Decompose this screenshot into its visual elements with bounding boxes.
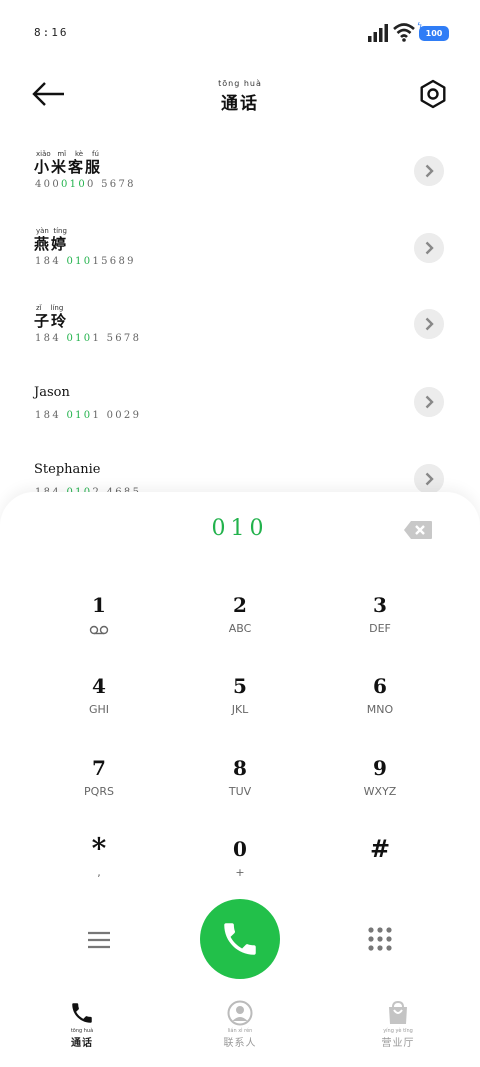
contact-number: 4000100 5678 — [35, 179, 136, 190]
phone-icon — [224, 923, 256, 955]
key-0[interactable]: 0 + — [190, 834, 290, 904]
key-7[interactable]: 7 PQRS — [49, 753, 149, 823]
tab-service-hall[interactable]: yíng yè tīng 营业厅 — [358, 1000, 438, 1060]
key-9[interactable]: 9 WXYZ — [330, 753, 430, 823]
list-item[interactable]: xiǎo mǐ kè fú 小米客服 4000100 5678 — [0, 150, 480, 220]
status-time: 8:16 — [34, 26, 69, 39]
list-item[interactable]: Jason 184 0101 0029 — [0, 381, 480, 451]
key-2[interactable]: 2 ABC — [190, 590, 290, 660]
key-star[interactable]: *, — [49, 834, 149, 904]
contact-name: 子玲 — [34, 312, 69, 330]
battery-indicator: 100 — [419, 26, 449, 41]
key-8[interactable]: 8 TUV — [190, 753, 290, 823]
list-item[interactable]: zǐ líng 子玲 184 0101 5678 — [0, 304, 480, 374]
chevron-right-icon[interactable] — [414, 387, 444, 417]
wifi-icon — [393, 23, 415, 42]
list-item[interactable]: yàn tíng 燕婷 184 01015689 — [0, 227, 480, 297]
contact-name: Stephanie — [34, 462, 101, 477]
title-text: 通话 — [221, 94, 259, 114]
shopping-bag-icon — [389, 1000, 407, 1024]
contact-number: 184 01015689 — [35, 256, 136, 267]
contact-name: Jason — [34, 385, 70, 400]
title-pinyin: tōng huà — [218, 79, 262, 88]
tab-label: 通话 — [71, 1038, 93, 1049]
key-1[interactable]: 1 — [49, 590, 149, 660]
key-hash[interactable]: # — [330, 834, 430, 904]
menu-icon[interactable] — [86, 928, 112, 952]
chevron-right-icon[interactable] — [414, 233, 444, 263]
contact-number: 184 0101 0029 — [35, 410, 142, 421]
settings-icon[interactable] — [418, 79, 448, 109]
key-6[interactable]: 6 MNO — [330, 671, 430, 741]
key-3[interactable]: 3 DEF — [330, 590, 430, 660]
tab-contacts[interactable]: lián xì rén 联系人 — [200, 1000, 280, 1060]
voicemail-icon — [89, 625, 109, 635]
status-bar: 8:16 ϟ 100 — [0, 0, 480, 66]
tab-label: 营业厅 — [381, 1038, 415, 1049]
dialer-panel: 010 1 2 ABC 3 DEF 4 GHI 5 JKL 6 MNO 7 PQRS 8 TU… — [0, 492, 480, 1067]
key-4[interactable]: 4 GHI — [49, 671, 149, 741]
chevron-right-icon[interactable] — [414, 309, 444, 339]
key-5[interactable]: 5 JKL — [190, 671, 290, 741]
chevron-right-icon[interactable] — [414, 464, 444, 494]
call-button[interactable] — [200, 899, 280, 979]
arrow-left-icon[interactable] — [32, 80, 66, 108]
chevron-right-icon[interactable] — [414, 156, 444, 186]
contact-name: 燕婷 — [34, 235, 69, 253]
dialpad-grid-icon[interactable] — [367, 926, 393, 952]
contact-number: 184 0101 5678 — [35, 333, 142, 344]
contact-name: 小米客服 — [34, 158, 103, 176]
tab-label: 联系人 — [223, 1038, 257, 1049]
phone-icon — [72, 1003, 92, 1023]
person-icon — [227, 1000, 253, 1026]
backspace-icon[interactable] — [403, 520, 433, 540]
tab-calls[interactable]: tōng huà 通话 — [42, 1000, 122, 1060]
page-title: tōng huà 通话 — [200, 79, 280, 114]
signal-icon — [368, 24, 388, 42]
